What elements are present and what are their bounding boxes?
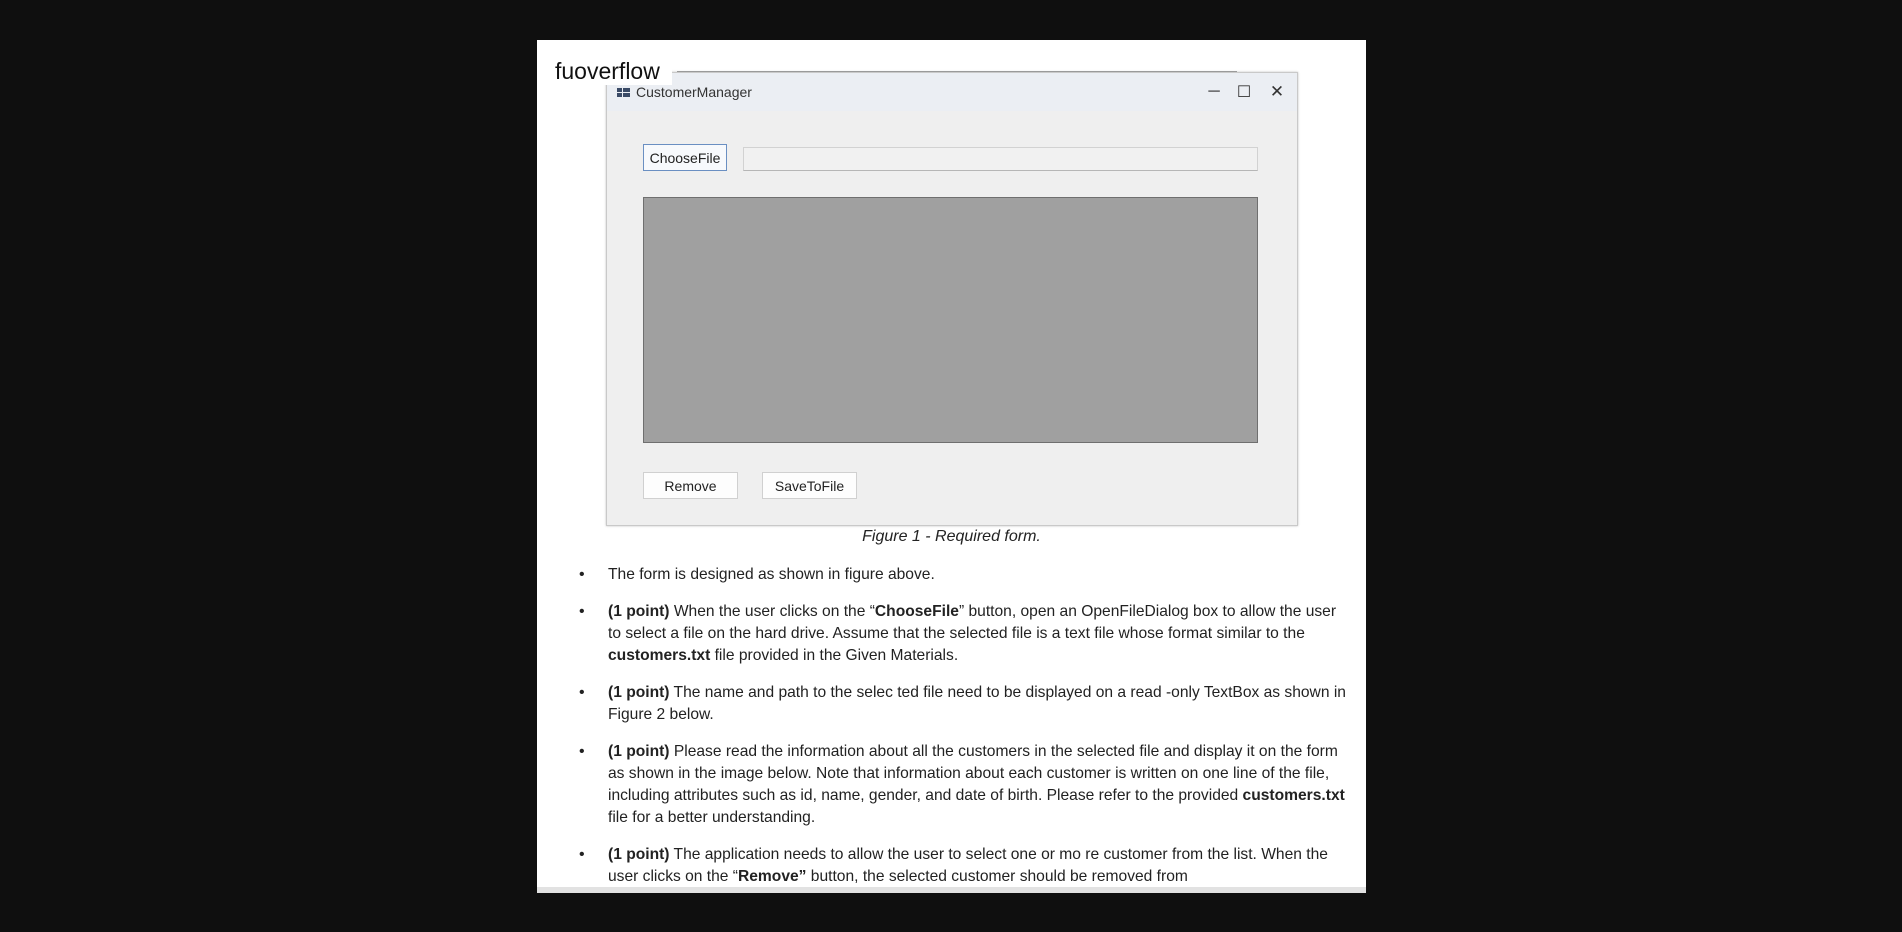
save-to-file-button[interactable]: SaveToFile [762, 472, 857, 499]
body-text: The form is designed as shown in figure … [608, 566, 935, 583]
bold-text: customers.txt [608, 647, 711, 664]
body-text: file provided in the Given Materials. [710, 647, 959, 664]
form-screenshot-window: CustomerManager ─ ☐ ✕ ChooseFile Remove … [606, 72, 1298, 526]
bold-text: (1 point) [608, 684, 670, 701]
body-text: Please read the information about all th… [608, 743, 1338, 804]
requirement-item: (1 point) The application needs to allow… [579, 844, 1349, 888]
window-title-bar: CustomerManager ─ ☐ ✕ [607, 73, 1297, 111]
bold-text: ChooseFile [874, 603, 959, 620]
body-text: file for a better understanding. [608, 809, 816, 826]
bold-text: Remove” [738, 868, 807, 885]
customer-list-box[interactable] [643, 197, 1258, 443]
document-page: fuoverflow CustomerManager ─ ☐ ✕ ChooseF… [537, 40, 1366, 893]
close-icon[interactable]: ✕ [1257, 79, 1297, 105]
figure-caption: Figure 1 - Required form. [862, 528, 1041, 545]
body-text: The name and path to the selec ted file … [608, 684, 1346, 723]
site-watermark-label: fuoverflow [555, 58, 672, 85]
page-bottom-edge [537, 887, 1366, 893]
bold-text: (1 point) [608, 743, 670, 760]
requirements-list: The form is designed as shown in figure … [579, 564, 1349, 893]
requirement-item: (1 point) Please read the information ab… [579, 741, 1349, 829]
divider [677, 71, 1237, 72]
requirement-item: (1 point) When the user clicks on the “C… [579, 601, 1349, 667]
body-text: When the user clicks on the “ [669, 603, 875, 620]
app-icon [617, 88, 630, 97]
bold-text: customers.txt [1242, 787, 1345, 804]
requirement-item: The form is designed as shown in figure … [579, 564, 1349, 586]
choose-file-button[interactable]: ChooseFile [643, 144, 727, 171]
bold-text: (1 point) [608, 846, 670, 863]
window-title: CustomerManager [636, 84, 752, 100]
body-text: button, the selected customer should be … [806, 868, 1188, 885]
requirement-item: (1 point) The name and path to the selec… [579, 682, 1349, 726]
file-path-textbox[interactable] [743, 147, 1258, 171]
bold-text: (1 point) [608, 603, 670, 620]
remove-button[interactable]: Remove [643, 472, 738, 499]
